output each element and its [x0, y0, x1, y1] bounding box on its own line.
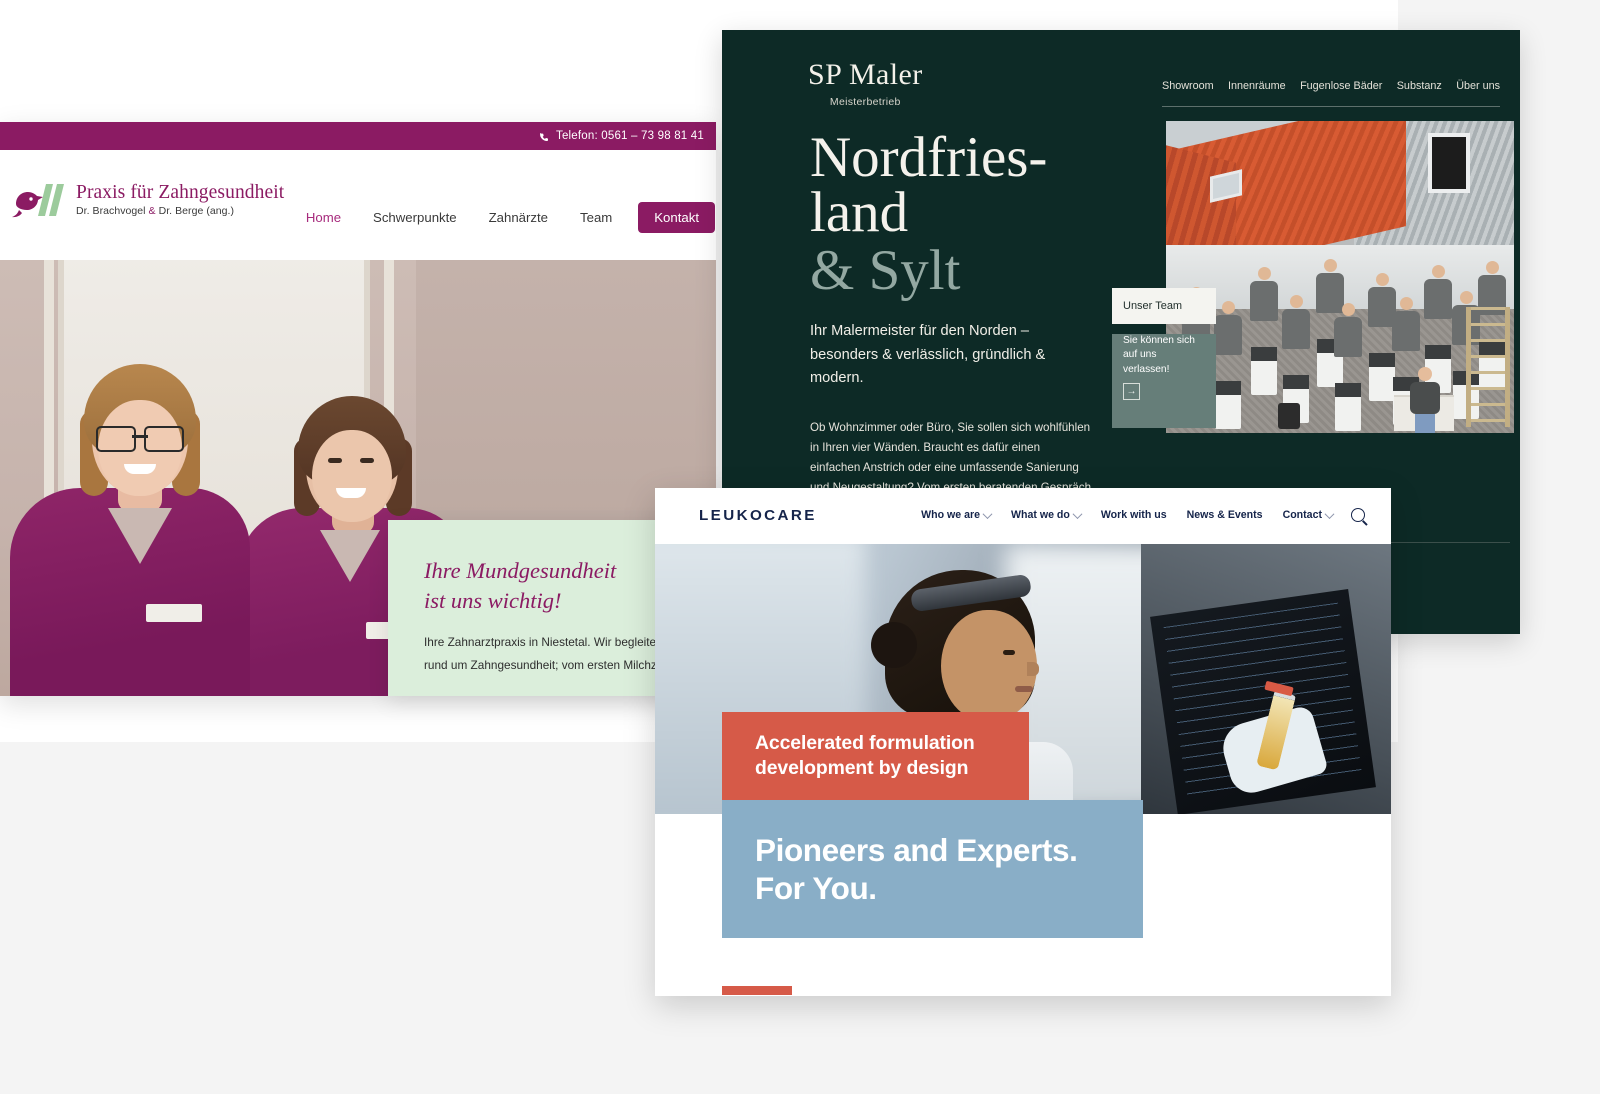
- maler-nav-innenraeume[interactable]: Innenräume: [1228, 80, 1286, 92]
- maler-team-photo: [1166, 121, 1514, 433]
- maler-team-card-body: Sie können sich auf uns verlassen! →: [1112, 334, 1216, 428]
- scientist-lips: [1015, 686, 1033, 692]
- maler-nav-ueber-uns[interactable]: Über uns: [1456, 80, 1500, 92]
- dentist-one-smile: [124, 464, 156, 474]
- crew-member: [1214, 301, 1242, 429]
- leukocare-red-accent-tab: [722, 986, 792, 995]
- leukocare-red-banner: Accelerated formulation development by d…: [722, 712, 1029, 800]
- crew-member: [1334, 303, 1362, 431]
- maler-headline: Nordfries- land & Sylt: [810, 129, 1110, 302]
- leukocare-red-banner-text: Accelerated formulation development by d…: [755, 732, 975, 779]
- chevron-down-icon: [1324, 508, 1335, 519]
- phone-icon: [539, 132, 550, 143]
- maler-team-card-title: Unser Team: [1123, 300, 1183, 312]
- arrow-right-icon[interactable]: →: [1123, 383, 1140, 401]
- dentist-two-eye-right: [360, 458, 374, 463]
- maler-logo[interactable]: SP Maler Meisterbetrieb: [808, 58, 923, 108]
- leukocare-nav-who-we-are[interactable]: Who we are: [911, 508, 1001, 521]
- leukocare-navigation: Who we are What we do Work with us News …: [911, 508, 1371, 522]
- dental-nav-team[interactable]: Team: [564, 210, 628, 225]
- leukocare-nav-contact[interactable]: Contact: [1273, 508, 1343, 521]
- leukocare-header: LEUKOCARE Who we are What we do Work wit…: [655, 488, 1391, 544]
- dental-logo[interactable]: Praxis für Zahngesundheit Dr. Brachvogel…: [10, 178, 284, 222]
- leukocare-nav-news-events[interactable]: News & Events: [1177, 509, 1273, 521]
- dental-phone-block[interactable]: Telefon: 0561 – 73 98 81 41: [539, 130, 704, 142]
- chevron-down-icon: [1072, 508, 1083, 519]
- eyeglasses-icon: [96, 426, 184, 452]
- dental-nav-zahnaerzte[interactable]: Zahnärzte: [473, 210, 564, 225]
- dental-topbar: Telefon: 0561 – 73 98 81 41: [0, 122, 716, 150]
- dentist-one-name-badge: [146, 604, 202, 622]
- chevron-down-icon: [982, 508, 993, 519]
- photo-window-dark: [1428, 133, 1470, 193]
- maler-team-card-header: Unser Team: [1112, 288, 1216, 324]
- maler-logo-title: SP Maler: [808, 58, 923, 91]
- dentist-two-eye-left: [328, 458, 342, 463]
- leukocare-logo[interactable]: LEUKOCARE: [699, 507, 817, 524]
- maler-nav-divider: [1162, 106, 1500, 107]
- dentist-two-face: [312, 430, 392, 522]
- dental-phone-text: Telefon: 0561 – 73 98 81 41: [556, 130, 704, 142]
- scientist-nose: [1027, 662, 1039, 676]
- crew-member-seated: [1402, 367, 1448, 433]
- maler-team-card-text: Sie können sich auf uns verlassen!: [1123, 335, 1195, 375]
- leukocare-nav-work-with-us[interactable]: Work with us: [1091, 509, 1177, 521]
- leukocare-blue-banner: Pioneers and Experts. For You.: [722, 800, 1143, 938]
- dental-nav-home[interactable]: Home: [290, 210, 357, 225]
- leukocare-logo-text: LEUKOCARE: [699, 507, 817, 524]
- crew-member: [1250, 267, 1278, 395]
- maler-lead-text: Ihr Malermeister für den Norden – besond…: [810, 323, 1046, 387]
- dental-logo-title: Praxis für Zahngesundheit: [76, 181, 285, 203]
- dental-nav-schwerpunkte[interactable]: Schwerpunkte: [357, 210, 473, 225]
- scientist-hair-bun: [871, 622, 917, 668]
- dental-logo-subtitle: Dr. Brachvogel & Dr. Berge (ang.): [76, 205, 235, 218]
- photo-crew: [1166, 249, 1514, 433]
- dental-header: Praxis für Zahngesundheit Dr. Brachvogel…: [0, 150, 716, 260]
- maler-navigation: Showroom Innenräume Fugenlose Bäder Subs…: [1162, 80, 1500, 92]
- search-icon[interactable]: [1351, 508, 1365, 522]
- maler-team-card[interactable]: Unser Team Sie können sich auf uns verla…: [1112, 288, 1216, 428]
- photo-ladder: [1466, 307, 1510, 427]
- leukocare-nav-what-we-do[interactable]: What we do: [1001, 508, 1091, 521]
- scientist-face: [941, 610, 1037, 722]
- bird-logo-icon: [10, 178, 68, 222]
- maler-logo-subtitle: Meisterbetrieb: [829, 96, 901, 108]
- leukocare-blue-banner-text: Pioneers and Experts. For You.: [755, 831, 1078, 906]
- dental-kontakt-button[interactable]: Kontakt: [638, 202, 715, 233]
- photo-paint-bucket: [1278, 403, 1300, 429]
- dental-navigation: Home Schwerpunkte Zahnärzte Team Kontakt: [290, 202, 716, 233]
- scientist-eye: [1003, 650, 1015, 655]
- maler-nav-showroom[interactable]: Showroom: [1162, 80, 1214, 92]
- maler-headline-accent: & Sylt: [810, 238, 961, 302]
- maler-nav-substanz[interactable]: Substanz: [1397, 80, 1442, 92]
- maler-nav-fugenlose-baeder[interactable]: Fugenlose Bäder: [1300, 80, 1382, 92]
